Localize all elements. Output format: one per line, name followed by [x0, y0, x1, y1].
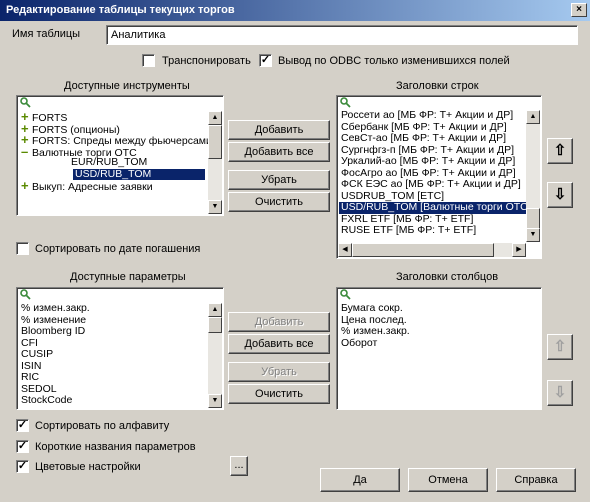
odbc-checkbox[interactable]: ✓: [259, 54, 272, 67]
row-headers-list[interactable]: Россети ао [МБ ФР: Т+ Акции и ДР] Сберба…: [336, 95, 542, 259]
color-settings-button[interactable]: ...: [230, 456, 248, 476]
row-header-item[interactable]: Россети ао [МБ ФР: Т+ Акции и ДР]: [339, 110, 526, 122]
color-settings-checkbox[interactable]: ✓: [16, 460, 29, 473]
param-item[interactable]: RIC: [19, 371, 208, 384]
add-instrument-button[interactable]: Добавить: [228, 120, 330, 140]
column-move-up-button[interactable]: ⇧: [547, 334, 573, 360]
available-params-list[interactable]: % измен.закр. % изменение Bloomberg ID C…: [16, 287, 224, 410]
add-all-params-button[interactable]: Добавить все: [228, 334, 330, 354]
column-move-down-button[interactable]: ⇩: [547, 380, 573, 406]
table-name-value: Аналитика: [111, 29, 166, 41]
title-bar: Редактирование таблицы текущих торгов ×: [0, 0, 590, 21]
instruments-search[interactable]: [19, 97, 225, 108]
arrow-up-icon: ⇧: [553, 338, 567, 355]
search-icon: [340, 289, 351, 300]
scroll-up-icon[interactable]: ▲: [208, 111, 222, 125]
sort-alphabetically-checkbox[interactable]: ✓: [16, 419, 29, 432]
add-all-instruments-button[interactable]: Добавить все: [228, 142, 330, 162]
row-header-item-selected[interactable]: USD/RUB_TOM [Валютные торги ОТС]: [339, 201, 526, 214]
transpose-checkbox[interactable]: [142, 54, 155, 67]
param-item[interactable]: CUSIP: [19, 348, 208, 361]
scroll-up-icon[interactable]: ▲: [208, 303, 222, 317]
scroll-down-icon[interactable]: ▼: [526, 228, 540, 242]
remove-param-button[interactable]: Убрать: [228, 362, 330, 382]
scroll-thumb[interactable]: [352, 243, 494, 257]
available-instruments-header: Доступные инструменты: [64, 80, 190, 92]
scroll-down-icon[interactable]: ▼: [208, 394, 222, 408]
scroll-left-icon[interactable]: ◀: [338, 243, 352, 257]
ok-button[interactable]: Да: [320, 468, 400, 492]
clear-params-button[interactable]: Очистить: [228, 384, 330, 404]
row-headers-search[interactable]: [339, 97, 543, 108]
window-title: Редактирование таблицы текущих торгов: [6, 4, 235, 16]
instrument-item[interactable]: EUR/RUB_TOM: [19, 156, 208, 169]
param-item[interactable]: ISIN: [19, 360, 208, 373]
instrument-item[interactable]: + FORTS: Спреды между фьючерсами: [19, 133, 208, 146]
clear-instruments-button[interactable]: Очистить: [228, 192, 330, 212]
available-params-header: Доступные параметры: [70, 271, 186, 283]
row-headers-header: Заголовки строк: [396, 80, 479, 92]
move-up-button[interactable]: ⇧: [547, 138, 573, 164]
search-icon: [340, 97, 351, 108]
odbc-label: Вывод по ODBC только изменившихся полей: [278, 55, 510, 67]
arrow-down-icon: ⇩: [553, 384, 567, 401]
row-header-item[interactable]: RUSE ETF [МБ ФР: Т+ ETF]: [339, 224, 526, 237]
scroll-thumb[interactable]: [208, 125, 222, 159]
close-button[interactable]: ×: [571, 3, 587, 17]
transpose-label: Транспонировать: [162, 55, 251, 67]
param-item[interactable]: % измен.закр.: [19, 303, 208, 315]
expand-plus-icon[interactable]: +: [21, 179, 32, 191]
instrument-item[interactable]: + Выкуп: Адресные заявки: [19, 179, 208, 192]
column-header-item[interactable]: Бумага сокр.: [339, 303, 539, 315]
column-headers-header: Заголовки столбцов: [396, 271, 499, 283]
row-headers-hscrollbar[interactable]: ◀ ▶: [338, 243, 526, 257]
remove-instrument-button[interactable]: Убрать: [228, 170, 330, 190]
param-item[interactable]: Bloomberg ID: [19, 325, 208, 338]
scroll-down-icon[interactable]: ▼: [208, 200, 222, 214]
instruments-scrollbar[interactable]: ▲ ▼: [208, 111, 222, 214]
row-header-item[interactable]: СевСт-ао [МБ ФР: Т+ Акции и ДР]: [339, 132, 526, 145]
available-instruments-list[interactable]: + FORTS + FORTS (опционы) + FORTS: Спреды м…: [16, 95, 224, 216]
table-name-label: Имя таблицы: [12, 28, 81, 40]
help-button[interactable]: Справка: [496, 468, 576, 492]
search-icon: [20, 97, 31, 108]
short-param-names-checkbox[interactable]: ✓: [16, 440, 29, 453]
instrument-item[interactable]: + FORTS (опционы): [19, 122, 208, 135]
scroll-thumb[interactable]: [208, 317, 222, 333]
params-search[interactable]: [19, 289, 225, 300]
scroll-right-icon[interactable]: ▶: [512, 243, 526, 257]
short-param-names-label: Короткие названия параметров: [35, 441, 196, 453]
scroll-up-icon[interactable]: ▲: [526, 110, 540, 124]
sort-by-maturity-label: Сортировать по дате погашения: [35, 243, 201, 255]
collapse-minus-icon[interactable]: –: [21, 145, 32, 157]
column-header-item[interactable]: Оборот: [339, 337, 539, 350]
column-header-item[interactable]: % измен.закр.: [339, 325, 539, 338]
arrow-down-icon: ⇩: [553, 186, 567, 203]
move-down-button[interactable]: ⇩: [547, 182, 573, 208]
column-headers-search[interactable]: [339, 289, 543, 300]
sort-alphabetically-label: Сортировать по алфавиту: [35, 420, 170, 432]
table-name-input[interactable]: Аналитика: [106, 25, 578, 45]
add-param-button[interactable]: Добавить: [228, 312, 330, 332]
color-settings-label: Цветовые настройки: [35, 461, 141, 473]
param-item[interactable]: StockCode: [19, 394, 208, 407]
arrow-up-icon: ⇧: [553, 142, 567, 159]
row-header-item[interactable]: ФСК ЕЭС ао [МБ ФР: Т+ Акции и ДР]: [339, 178, 526, 191]
instrument-item-selected[interactable]: USD/RUB_TOM: [19, 168, 208, 180]
sort-by-maturity-checkbox[interactable]: [16, 242, 29, 255]
search-icon: [20, 289, 31, 300]
row-headers-vscrollbar[interactable]: ▲ ▼: [526, 110, 540, 242]
cancel-button[interactable]: Отмена: [408, 468, 488, 492]
column-headers-list[interactable]: Бумага сокр. Цена послед. % измен.закр. …: [336, 287, 542, 410]
instrument-item[interactable]: + FORTS: [19, 111, 208, 124]
params-scrollbar[interactable]: ▲ ▼: [208, 303, 222, 408]
row-header-item[interactable]: Уркалий-ао [МБ ФР: Т+ Акции и ДР]: [339, 155, 526, 168]
